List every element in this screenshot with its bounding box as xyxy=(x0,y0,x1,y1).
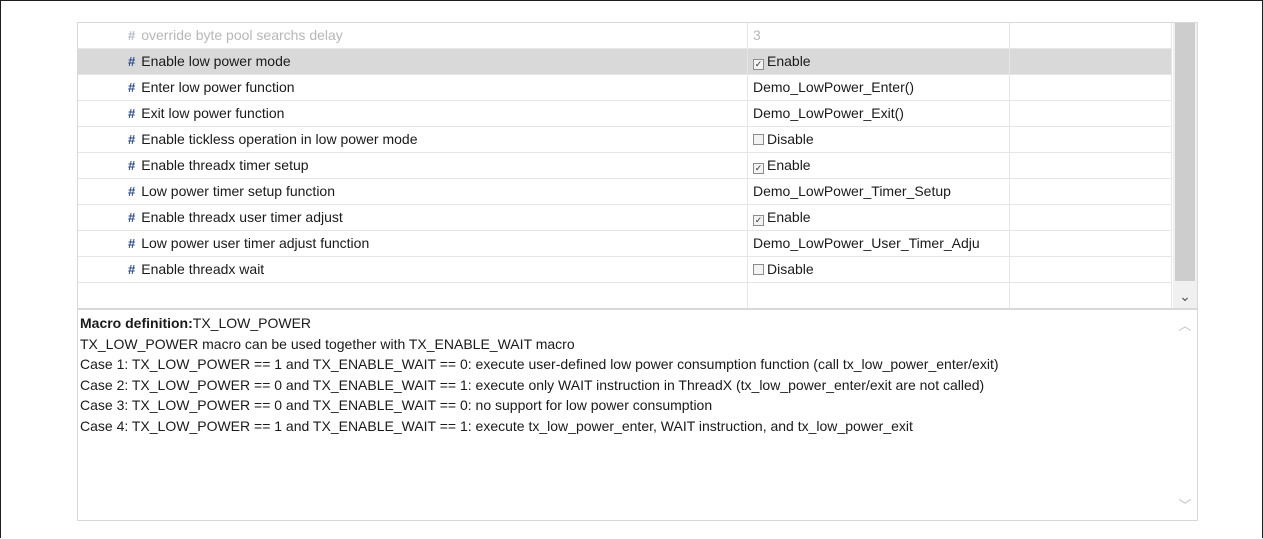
parameter-value-cell[interactable]: Disable xyxy=(748,127,1010,153)
parameter-name-cell[interactable]: # Enter low power function xyxy=(78,75,748,101)
parameter-value-cell[interactable]: Disable xyxy=(748,257,1010,283)
empty-cell xyxy=(1010,257,1172,283)
hash-icon: # xyxy=(128,210,136,225)
parameter-value: Demo_LowPower_Enter() xyxy=(753,79,915,95)
hash-icon: # xyxy=(128,54,136,69)
parameter-value-cell[interactable]: ✓ Enable xyxy=(748,153,1010,179)
hash-icon: # xyxy=(128,80,136,95)
scrollbar-thumb[interactable] xyxy=(1175,23,1195,281)
table-row[interactable]: # Exit low power function Demo_LowPower_Ex… xyxy=(78,101,1172,127)
empty-cell xyxy=(1010,205,1172,231)
parameter-value-cell[interactable]: Demo_LowPower_Timer_Setup xyxy=(748,179,1010,205)
empty-cell xyxy=(1010,75,1172,101)
parameter-name: Enable threadx user timer adjust xyxy=(141,209,343,225)
parameter-value-cell[interactable]: Demo_LowPower_Enter() xyxy=(748,75,1010,101)
checkbox-checked-icon[interactable]: ✓ xyxy=(753,215,764,226)
parameter-name-cell[interactable]: # Enable threadx user timer adjust xyxy=(78,205,748,231)
parameter-name-cell[interactable]: # Low power timer setup function xyxy=(78,179,748,205)
macro-heading: Macro definition:TX_LOW_POWER xyxy=(80,313,1165,334)
parameter-name: Enter low power function xyxy=(141,79,295,95)
parameter-value-cell[interactable]: Demo_LowPower_User_Timer_Adju xyxy=(748,231,1010,257)
empty-cell xyxy=(1010,179,1172,205)
parameter-name: Enable low power mode xyxy=(141,53,291,69)
parameter-name: Exit low power function xyxy=(141,105,285,121)
parameter-value: Enable xyxy=(767,209,811,225)
parameter-name-cell[interactable]: # Enable threadx timer setup xyxy=(78,153,748,179)
empty-cell xyxy=(1010,23,1172,49)
parameter-name: Enable tickless operation in low power m… xyxy=(141,131,418,147)
macro-description: Macro definition:TX_LOW_POWER TX_LOW_POW… xyxy=(80,313,1165,436)
parameter-value-cell[interactable]: 3 xyxy=(748,23,1010,49)
empty-cell xyxy=(1010,283,1172,308)
table-row[interactable]: # Low power user timer adjust function Dem… xyxy=(78,231,1172,257)
description-line: Case 4: TX_LOW_POWER == 1 and TX_ENABLE_… xyxy=(80,417,913,434)
table-row[interactable]: # Low power timer setup function Demo_LowP… xyxy=(78,179,1172,205)
hash-icon: # xyxy=(128,106,136,121)
description-line: TX_LOW_POWER macro can be used together … xyxy=(80,335,575,352)
empty-cell xyxy=(78,283,748,308)
parameter-value: 3 xyxy=(753,27,761,43)
table-row[interactable]: # override byte pool searchs delay 3 xyxy=(78,23,1172,49)
empty-cell xyxy=(1010,153,1172,179)
hash-icon: # xyxy=(128,236,136,251)
hash-icon: # xyxy=(128,158,136,173)
parameter-name: override byte pool searchs delay xyxy=(141,27,343,43)
checkbox-checked-icon[interactable]: ✓ xyxy=(753,59,764,70)
chevron-up-icon[interactable]: ︿ xyxy=(1177,316,1193,337)
table-row[interactable]: # Enable threadx timer setup ✓ Enable xyxy=(78,153,1172,179)
parameter-value: Disable xyxy=(767,131,814,147)
checkbox-checked-icon[interactable]: ✓ xyxy=(753,163,764,174)
parameter-name-cell[interactable]: # Enable tickless operation in low power … xyxy=(78,127,748,153)
table-row[interactable]: # Enable threadx user timer adjust ✓ Enable xyxy=(78,205,1172,231)
chevron-down-icon[interactable]: ﹀ xyxy=(1177,496,1193,517)
table-row[interactable]: # Enable low power mode ✓ Enable xyxy=(78,49,1172,75)
macro-heading-label: Macro definition: xyxy=(80,315,193,331)
parameter-name-cell[interactable]: # override byte pool searchs delay xyxy=(78,23,748,49)
table-row[interactable]: # Enter low power function Demo_LowPower_E… xyxy=(78,75,1172,101)
parameter-value-cell[interactable]: Demo_LowPower_Exit() xyxy=(748,101,1010,127)
empty-cell xyxy=(1010,231,1172,257)
parameter-name: Low power timer setup function xyxy=(141,183,335,199)
table-row[interactable]: # Enable threadx wait Disable xyxy=(78,257,1172,283)
parameter-grid: # override byte pool searchs delay 3 # Enabl… xyxy=(78,23,1172,308)
vertical-scrollbar[interactable]: ⌄ xyxy=(1173,23,1197,308)
hash-icon: # xyxy=(128,184,136,199)
empty-cell xyxy=(1010,101,1172,127)
description-line: Case 2: TX_LOW_POWER == 0 and TX_ENABLE_… xyxy=(80,376,985,393)
parameter-table: # override byte pool searchs delay 3 # Enabl… xyxy=(77,22,1198,309)
hash-icon: # xyxy=(128,132,136,147)
parameter-value: Enable xyxy=(767,53,811,69)
description-line: Case 1: TX_LOW_POWER == 1 and TX_ENABLE_… xyxy=(80,356,999,372)
parameter-value: Disable xyxy=(767,261,814,277)
parameter-name: Enable threadx wait xyxy=(141,261,265,277)
parameter-value-cell[interactable]: ✓ Enable xyxy=(748,205,1010,231)
parameter-name-cell[interactable]: # Enable threadx wait xyxy=(78,257,748,283)
description-line: Case 3: TX_LOW_POWER == 0 and TX_ENABLE_… xyxy=(80,397,713,413)
checkbox-unchecked-icon[interactable] xyxy=(753,134,764,145)
parameter-value: Demo_LowPower_Timer_Setup xyxy=(753,183,951,199)
hash-icon: # xyxy=(128,28,136,43)
parameter-value: Demo_LowPower_User_Timer_Adju xyxy=(753,235,980,251)
hash-icon: # xyxy=(128,262,136,277)
parameter-name-cell[interactable]: # Low power user timer adjust function xyxy=(78,231,748,257)
macro-description-panel: Macro definition:TX_LOW_POWER TX_LOW_POW… xyxy=(77,309,1198,521)
parameter-value: Demo_LowPower_Exit() xyxy=(753,105,904,121)
table-row-empty xyxy=(78,283,1172,308)
macro-heading-value: TX_LOW_POWER xyxy=(192,315,312,331)
table-row[interactable]: # Enable tickless operation in low power … xyxy=(78,127,1172,153)
empty-cell xyxy=(748,283,1010,308)
parameter-name-cell[interactable]: # Exit low power function xyxy=(78,101,748,127)
chevron-down-icon[interactable]: ⌄ xyxy=(1173,284,1197,308)
empty-cell xyxy=(1010,127,1172,153)
parameter-name: Low power user timer adjust function xyxy=(141,235,370,251)
checkbox-unchecked-icon[interactable] xyxy=(753,264,764,275)
empty-cell xyxy=(1010,49,1172,75)
parameter-value-cell[interactable]: ✓ Enable xyxy=(748,49,1010,75)
parameter-name: Enable threadx timer setup xyxy=(141,157,309,173)
parameter-name-cell[interactable]: # Enable low power mode xyxy=(78,49,748,75)
parameter-value: Enable xyxy=(767,157,811,173)
